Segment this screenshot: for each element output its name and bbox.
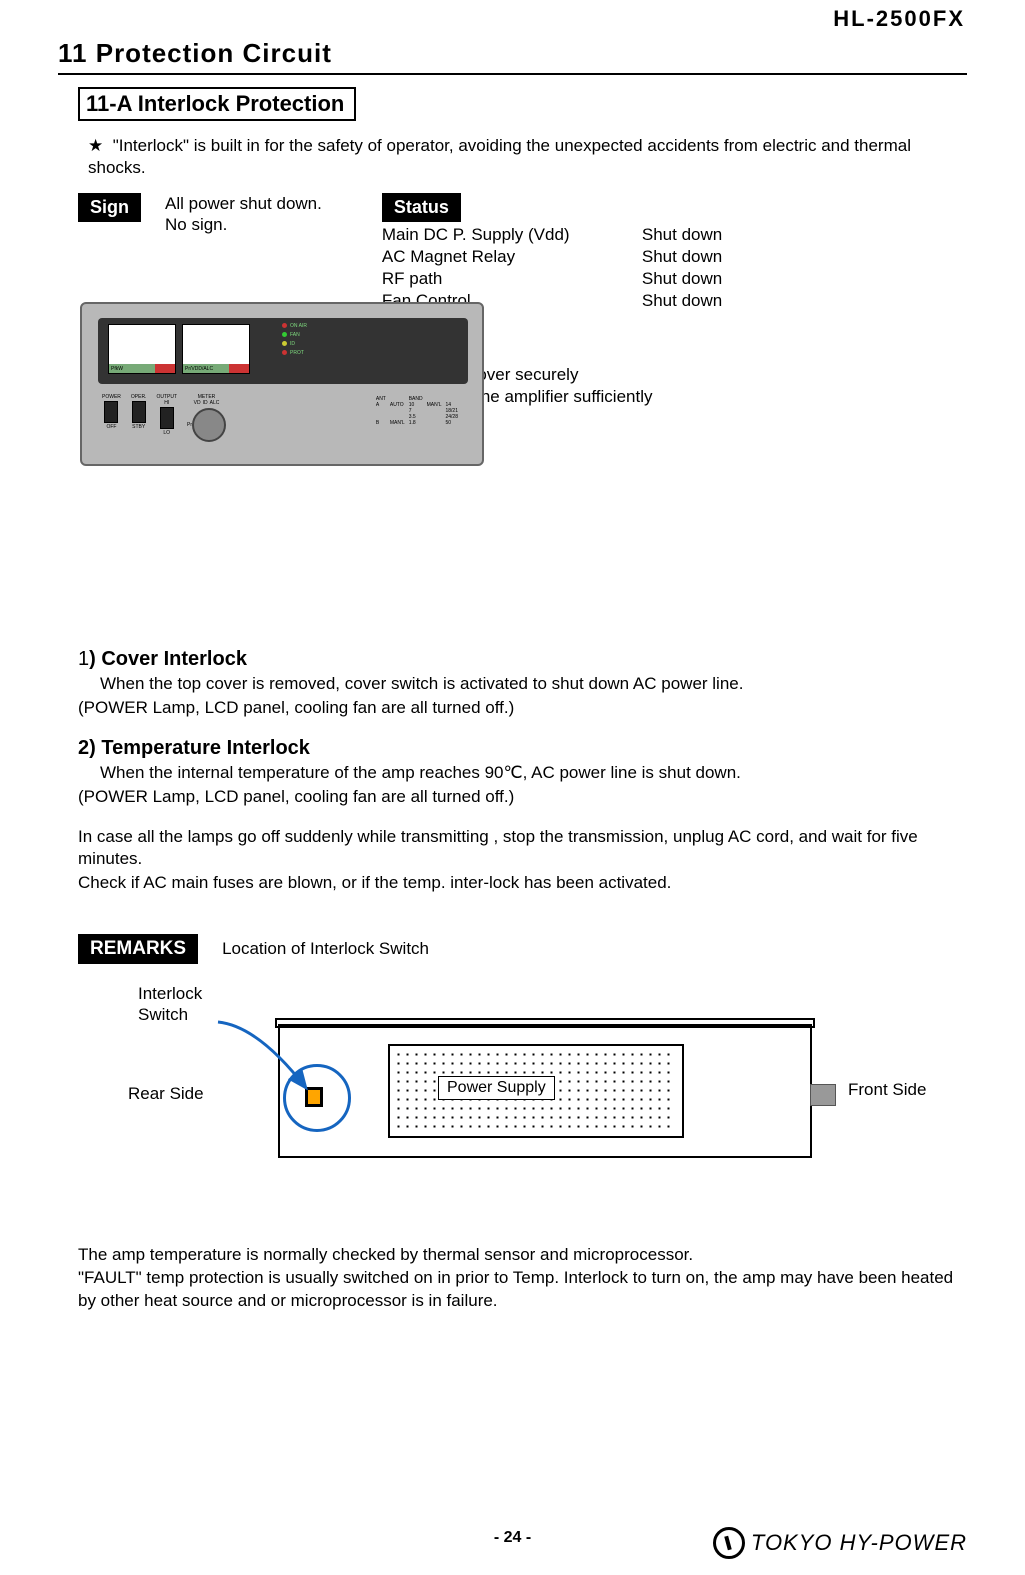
status-tag: Status	[382, 193, 461, 222]
led-prot: PROT	[290, 350, 304, 356]
front-knob-icon	[810, 1084, 836, 1106]
cover-interlock-head: 1) Cover Interlock	[78, 648, 967, 671]
led-onair: ON AIR	[290, 323, 307, 329]
status-row-label: RF path	[382, 268, 642, 290]
chapter-name: Protection Circuit	[88, 38, 332, 68]
front-panel-illustration: PfkW Pr/VDD/ALC ON AIR FAN ID PROT POWER…	[80, 302, 480, 472]
power-switch: POWEROFF	[102, 394, 121, 444]
temp-body2: (POWER Lamp, LCD panel, cooling fan are …	[78, 786, 967, 808]
led-stack: ON AIR FAN ID PROT	[282, 322, 307, 358]
brand-logo-icon	[713, 1527, 745, 1559]
interlock-diagram: InterlockSwitch Rear Side Front Side Pow…	[78, 984, 967, 1214]
cover-body1: When the top cover is removed, cover swi…	[100, 673, 967, 695]
model-header: HL-2500FX	[833, 6, 965, 32]
power-supply-label: Power Supply	[438, 1076, 555, 1100]
cover-head-text: ) Cover Interlock	[89, 648, 247, 670]
arrow-icon	[198, 1016, 338, 1116]
sign-line2: No sign.	[165, 214, 322, 235]
rule	[58, 73, 967, 75]
cover-head-num: 1	[78, 648, 89, 670]
status-row-value: Shut down	[642, 290, 722, 312]
cover-body2: (POWER Lamp, LCD panel, cooling fan are …	[78, 697, 967, 719]
remarks-tag: REMARKS	[78, 934, 198, 964]
bottom-line1: The amp temperature is normally checked …	[78, 1244, 967, 1267]
band-controls: ANTBAND AAUTO10MAN'L14 718/21 3.524/28 B…	[374, 396, 460, 426]
meter-pf-label: PfkW	[111, 366, 123, 372]
chapter-title: 11 Protection Circuit	[58, 38, 967, 69]
sign-text: All power shut down. No sign.	[165, 193, 322, 236]
sign-line1: All power shut down.	[165, 193, 322, 214]
temp-body3: In case all the lamps go off suddenly wh…	[78, 826, 967, 870]
status-row-value: Shut down	[642, 268, 722, 290]
status-table: Main DC P. Supply (Vdd)Shut down AC Magn…	[382, 224, 722, 312]
temp-interlock-head: 2) Temperature Interlock	[78, 737, 967, 760]
meter-knob: METER VDIDALC Pr	[187, 394, 226, 444]
star-icon: ★	[88, 136, 103, 155]
rear-side-label: Rear Side	[128, 1084, 204, 1104]
remarks-caption: Location of Interlock Switch	[222, 939, 429, 959]
bottom-line2: "FAULT" temp protection is usually switc…	[78, 1267, 967, 1313]
status-row-label: AC Magnet Relay	[382, 246, 642, 268]
output-switch: OUTPUTHILO	[156, 394, 177, 444]
section-11a-title: 11-A Interlock Protection	[78, 87, 356, 121]
front-side-label: Front Side	[848, 1080, 926, 1100]
meter-pr-label: Pr/VDD/ALC	[185, 366, 213, 372]
temp-body1: When the internal temperature of the amp…	[100, 762, 967, 784]
status-row-value: Shut down	[642, 224, 722, 246]
brand-text: TOKYO HY-POWER	[751, 1530, 967, 1556]
intro-text: ★ "Interlock" is built in for the safety…	[88, 135, 967, 179]
interlock-switch-label: InterlockSwitch	[138, 984, 202, 1025]
intro-body: "Interlock" is built in for the safety o…	[88, 136, 911, 177]
temp-body4: Check if AC main fuses are blown, or if …	[78, 872, 967, 894]
oper-switch: OPER.STBY	[131, 394, 147, 444]
led-fan: FAN	[290, 332, 300, 338]
sign-tag: Sign	[78, 193, 141, 222]
bottom-paragraph: The amp temperature is normally checked …	[78, 1244, 967, 1313]
chapter-number: 11	[58, 38, 88, 68]
brand-footer: TOKYO HY-POWER	[713, 1527, 967, 1559]
led-id: ID	[290, 341, 295, 347]
status-row-label: Main DC P. Supply (Vdd)	[382, 224, 642, 246]
status-row-value: Shut down	[642, 246, 722, 268]
